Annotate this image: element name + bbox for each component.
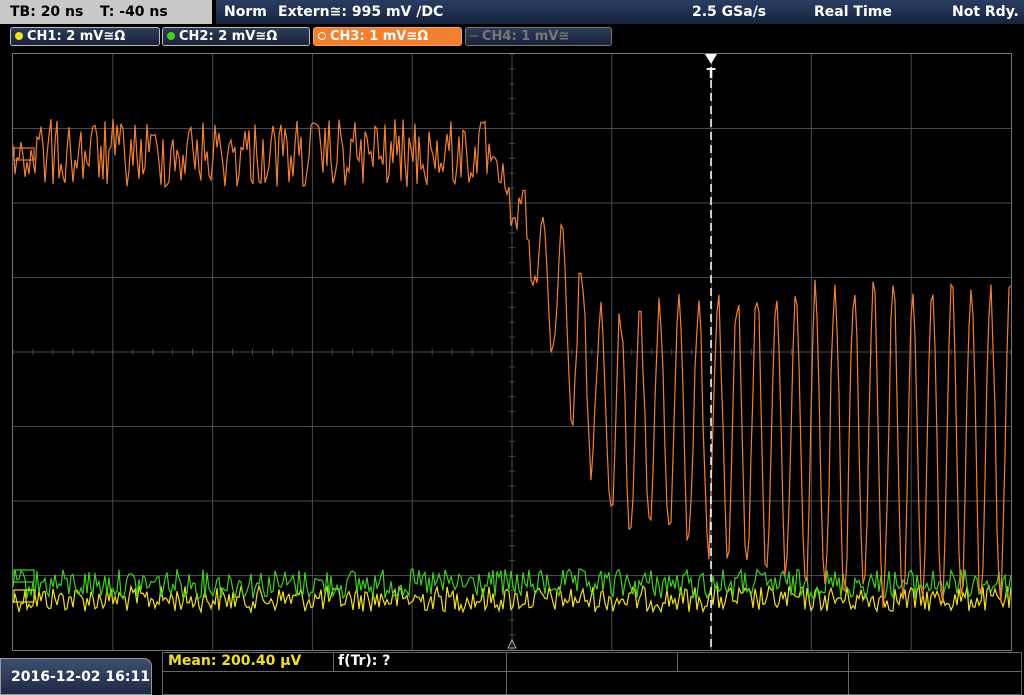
fall-time-measurement: f(Tr): ? (338, 653, 391, 669)
channel-4-dot-icon (470, 35, 478, 37)
channel-2-button[interactable]: CH2: 2 mV≅Ω (162, 27, 310, 46)
channel-3-dot-icon (318, 32, 326, 40)
channel-1-label: CH1: 2 mV≅Ω (27, 29, 126, 44)
mean-measurement: Mean: 200.40 µV (168, 653, 302, 669)
channel-1-dot-icon (15, 32, 23, 40)
measurement-cell-7[interactable] (506, 671, 849, 695)
waveform-display[interactable]: T (12, 53, 1012, 651)
trigger-T-marker-icon: T (707, 67, 716, 82)
channel-2-label: CH2: 2 mV≅Ω (179, 29, 278, 44)
measurement-cell-3[interactable] (506, 652, 678, 672)
measurement-cell-6[interactable] (162, 671, 507, 695)
waveform-canvas[interactable]: T (13, 54, 1011, 650)
trigger-time-label[interactable]: T: -40 ns (100, 0, 168, 24)
channel-4-button[interactable]: CH4: 1 mV≅ (465, 27, 612, 46)
trigger-status-panel[interactable]: Norm Extern≅: 995 mV ∕DC 2.5 GSa/s Real … (216, 0, 1024, 24)
timebase-panel[interactable]: TB: 20 ns T: -40 ns (0, 0, 212, 24)
channel-4-label: CH4: 1 mV≅ (482, 29, 570, 44)
measurement-cell-5[interactable] (848, 652, 1022, 672)
channel-1-button[interactable]: CH1: 2 mV≅Ω (10, 27, 160, 46)
channel-3-button[interactable]: CH3: 1 mV≅Ω (313, 27, 462, 46)
measurement-cell-8[interactable] (848, 671, 1022, 695)
timestamp-label: 2016-12-02 16:11 (0, 658, 152, 695)
channel-bar: CH1: 2 mV≅Ω CH2: 2 mV≅Ω CH3: 1 mV≅Ω CH4:… (0, 24, 1024, 50)
channel-2-dot-icon (167, 32, 175, 40)
timebase-label[interactable]: TB: 20 ns (10, 0, 83, 24)
acquisition-mode-label[interactable]: Real Time (814, 0, 892, 24)
sample-rate-label[interactable]: 2.5 GSa/s (692, 0, 766, 24)
measurement-panel[interactable]: Mean: 200.40 µV f(Tr): ? (162, 652, 1022, 695)
trigger-arrow-icon (705, 54, 717, 64)
footer-bar: 2016-12-02 16:11 Mean: 200.40 µV f(Tr): … (0, 652, 1024, 695)
scope-state-label: Not Rdy. (952, 4, 1019, 20)
trigger-source-label[interactable]: Extern≅: 995 mV ∕DC (278, 0, 443, 24)
measurement-cell-4[interactable] (677, 652, 849, 672)
channel-3-label: CH3: 1 mV≅Ω (330, 29, 429, 44)
trigger-mode-label[interactable]: Norm (224, 0, 267, 24)
